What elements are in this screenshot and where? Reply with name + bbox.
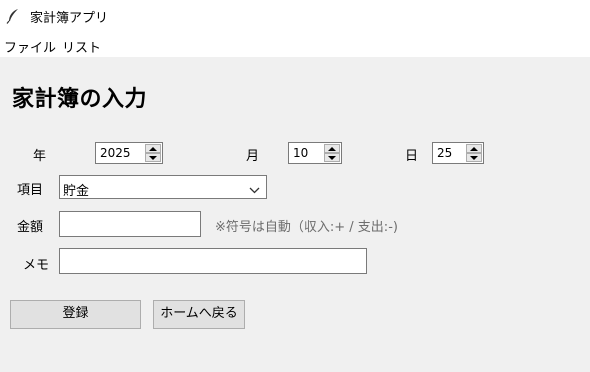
amount-sign-hint: ※符号は自動（収入:+ / 支出:-) (215, 220, 398, 235)
home-button[interactable]: ホームへ戻る (153, 300, 245, 329)
memo-input[interactable] (59, 248, 367, 274)
year-value: 2025 (100, 146, 131, 160)
day-down-arrow-icon[interactable] (466, 153, 482, 162)
menu-list[interactable]: リスト (62, 37, 101, 56)
month-down-arrow-icon[interactable] (324, 153, 340, 162)
window-title: 家計簿アプリ (30, 11, 109, 26)
category-label: 項目 (17, 183, 44, 198)
register-button[interactable]: 登録 (10, 300, 141, 329)
amount-label: 金額 (17, 220, 44, 235)
month-value: 10 (293, 146, 309, 160)
month-up-arrow-icon[interactable] (324, 144, 340, 153)
year-label: 年 (33, 149, 47, 164)
month-spinbox[interactable]: 10 (288, 142, 342, 164)
year-spinbox[interactable]: 2025 (95, 142, 163, 164)
month-label: 月 (246, 149, 260, 164)
day-value: 25 (437, 146, 453, 160)
day-up-arrow-icon[interactable] (466, 144, 482, 153)
feather-icon (6, 8, 20, 24)
day-label: 日 (405, 149, 419, 164)
menu-file[interactable]: ファイル (4, 37, 56, 56)
chevron-down-icon[interactable] (249, 183, 260, 198)
title-bar: 家計簿アプリ (0, 0, 590, 33)
amount-input[interactable] (59, 211, 201, 237)
menu-bar: ファイル リスト (0, 33, 590, 57)
page-title: 家計簿の入力 (12, 87, 148, 112)
memo-label: メモ (23, 258, 50, 273)
category-select[interactable]: 貯金 (59, 175, 267, 199)
day-spinbox[interactable]: 25 (432, 142, 484, 164)
category-value: 貯金 (63, 184, 90, 199)
year-down-arrow-icon[interactable] (145, 153, 161, 162)
year-up-arrow-icon[interactable] (145, 144, 161, 153)
